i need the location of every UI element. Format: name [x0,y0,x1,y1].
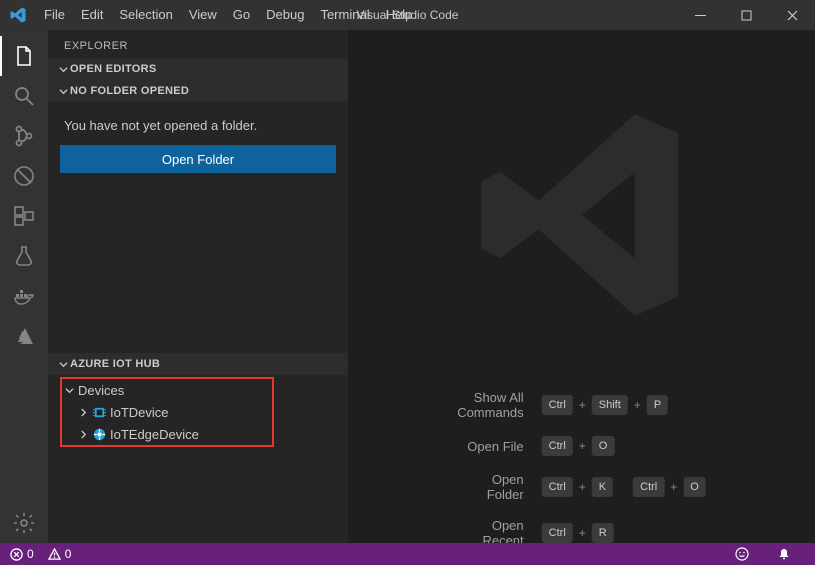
menu-go[interactable]: Go [225,0,258,30]
key: P [647,395,668,415]
main-area: EXPLORER OPEN EDITORS NO FOLDER OPENED Y… [0,30,815,543]
section-azure-iot-hub-label: AZURE IOT HUB [70,358,160,370]
statusbar-errors[interactable]: 0 [10,547,34,561]
menu-selection[interactable]: Selection [111,0,180,30]
activity-search-icon[interactable] [0,76,48,116]
menu-view[interactable]: View [181,0,225,30]
tree-node-devices[interactable]: Devices [48,379,348,401]
key: Ctrl [542,523,573,543]
chevron-right-icon [76,408,90,417]
plus-icon: + [579,480,586,494]
statusbar-errors-count: 0 [27,547,34,561]
plus-icon: + [579,439,586,453]
device-icon [90,405,108,420]
menu-file[interactable]: File [36,0,73,30]
error-icon [10,548,23,561]
welcome-shortcuts: Show All Commands Ctrl + Shift + P Open Fi… [457,390,706,543]
key: O [683,477,706,497]
tree-node-iotdevice[interactable]: IoTDevice [48,401,348,423]
plus-icon: + [634,398,641,412]
window-close-button[interactable] [769,0,815,30]
tree-node-iotedgedevice-label: IoTEdgeDevice [108,427,199,442]
shortcut-keys: Ctrl + Shift + P [542,395,706,415]
activity-settings-icon[interactable] [0,503,48,543]
activity-docker-icon[interactable] [0,276,48,316]
activity-explorer-icon[interactable] [0,36,48,76]
plus-icon: + [670,480,677,494]
section-open-editors[interactable]: OPEN EDITORS [48,58,348,80]
smiley-icon [735,547,749,561]
shortcut-label: Open File [457,439,523,454]
sidebar-title: EXPLORER [48,30,348,58]
statusbar-notifications[interactable] [777,547,791,561]
key: Ctrl [542,477,573,497]
chevron-right-icon [76,430,90,439]
shortcut-label: Show All Commands [457,390,523,420]
section-open-editors-label: OPEN EDITORS [70,63,157,75]
key: Ctrl [542,436,573,456]
tree-node-devices-label: Devices [76,383,124,398]
warning-icon [48,548,61,561]
chevron-down-icon [56,87,70,96]
shortcut-label: Open Recent [457,518,523,543]
status-bar: 0 0 [0,543,815,565]
titlebar: File Edit Selection View Go Debug Termin… [0,0,815,30]
edge-device-icon [90,427,108,442]
no-folder-body: You have not yet opened a folder. Open F… [48,102,348,187]
key: O [592,436,615,456]
window-minimize-button[interactable] [677,0,723,30]
chevron-down-icon [62,386,76,395]
shortcut-keys: Ctrl + R [542,523,706,543]
key: Ctrl [633,477,664,497]
azure-iot-hub-body: Devices IoTDevice IoTEdgeDevice [48,375,348,543]
menu-edit[interactable]: Edit [73,0,111,30]
statusbar-warnings-count: 0 [65,547,72,561]
plus-icon: + [579,398,586,412]
shortcut-keys: Ctrl + O [542,436,706,456]
key: Shift [592,395,628,415]
open-folder-button[interactable]: Open Folder [60,145,336,173]
editor-area: Show All Commands Ctrl + Shift + P Open Fi… [348,30,815,543]
activity-test-icon[interactable] [0,236,48,276]
window-maximize-button[interactable] [723,0,769,30]
window-title: Visual Studio Code [357,0,459,30]
section-no-folder-label: NO FOLDER OPENED [70,85,189,97]
activity-azure-icon[interactable] [0,316,48,356]
activity-bar [0,30,48,543]
chevron-down-icon [56,360,70,369]
statusbar-warnings[interactable]: 0 [48,547,72,561]
menu-debug[interactable]: Debug [258,0,312,30]
window-controls [677,0,815,30]
activity-scm-icon[interactable] [0,116,48,156]
vscode-watermark-icon [462,95,702,335]
tree-node-iotdevice-label: IoTDevice [108,405,169,420]
bell-icon [777,547,791,561]
statusbar-feedback[interactable] [735,547,749,561]
shortcut-label: Open Folder [457,472,523,502]
key: K [592,477,613,497]
key: R [592,523,614,543]
tree-node-iotedgedevice[interactable]: IoTEdgeDevice [48,423,348,445]
explorer-sidebar: EXPLORER OPEN EDITORS NO FOLDER OPENED Y… [48,30,348,543]
no-folder-message: You have not yet opened a folder. [64,118,332,133]
plus-icon: + [579,526,586,540]
section-no-folder[interactable]: NO FOLDER OPENED [48,80,348,102]
activity-debug-icon[interactable] [0,156,48,196]
section-azure-iot-hub[interactable]: AZURE IOT HUB [48,353,348,375]
chevron-down-icon [56,65,70,74]
vscode-logo [0,6,36,24]
key: Ctrl [542,395,573,415]
shortcut-keys: Ctrl + K Ctrl + O [542,477,706,497]
activity-extensions-icon[interactable] [0,196,48,236]
